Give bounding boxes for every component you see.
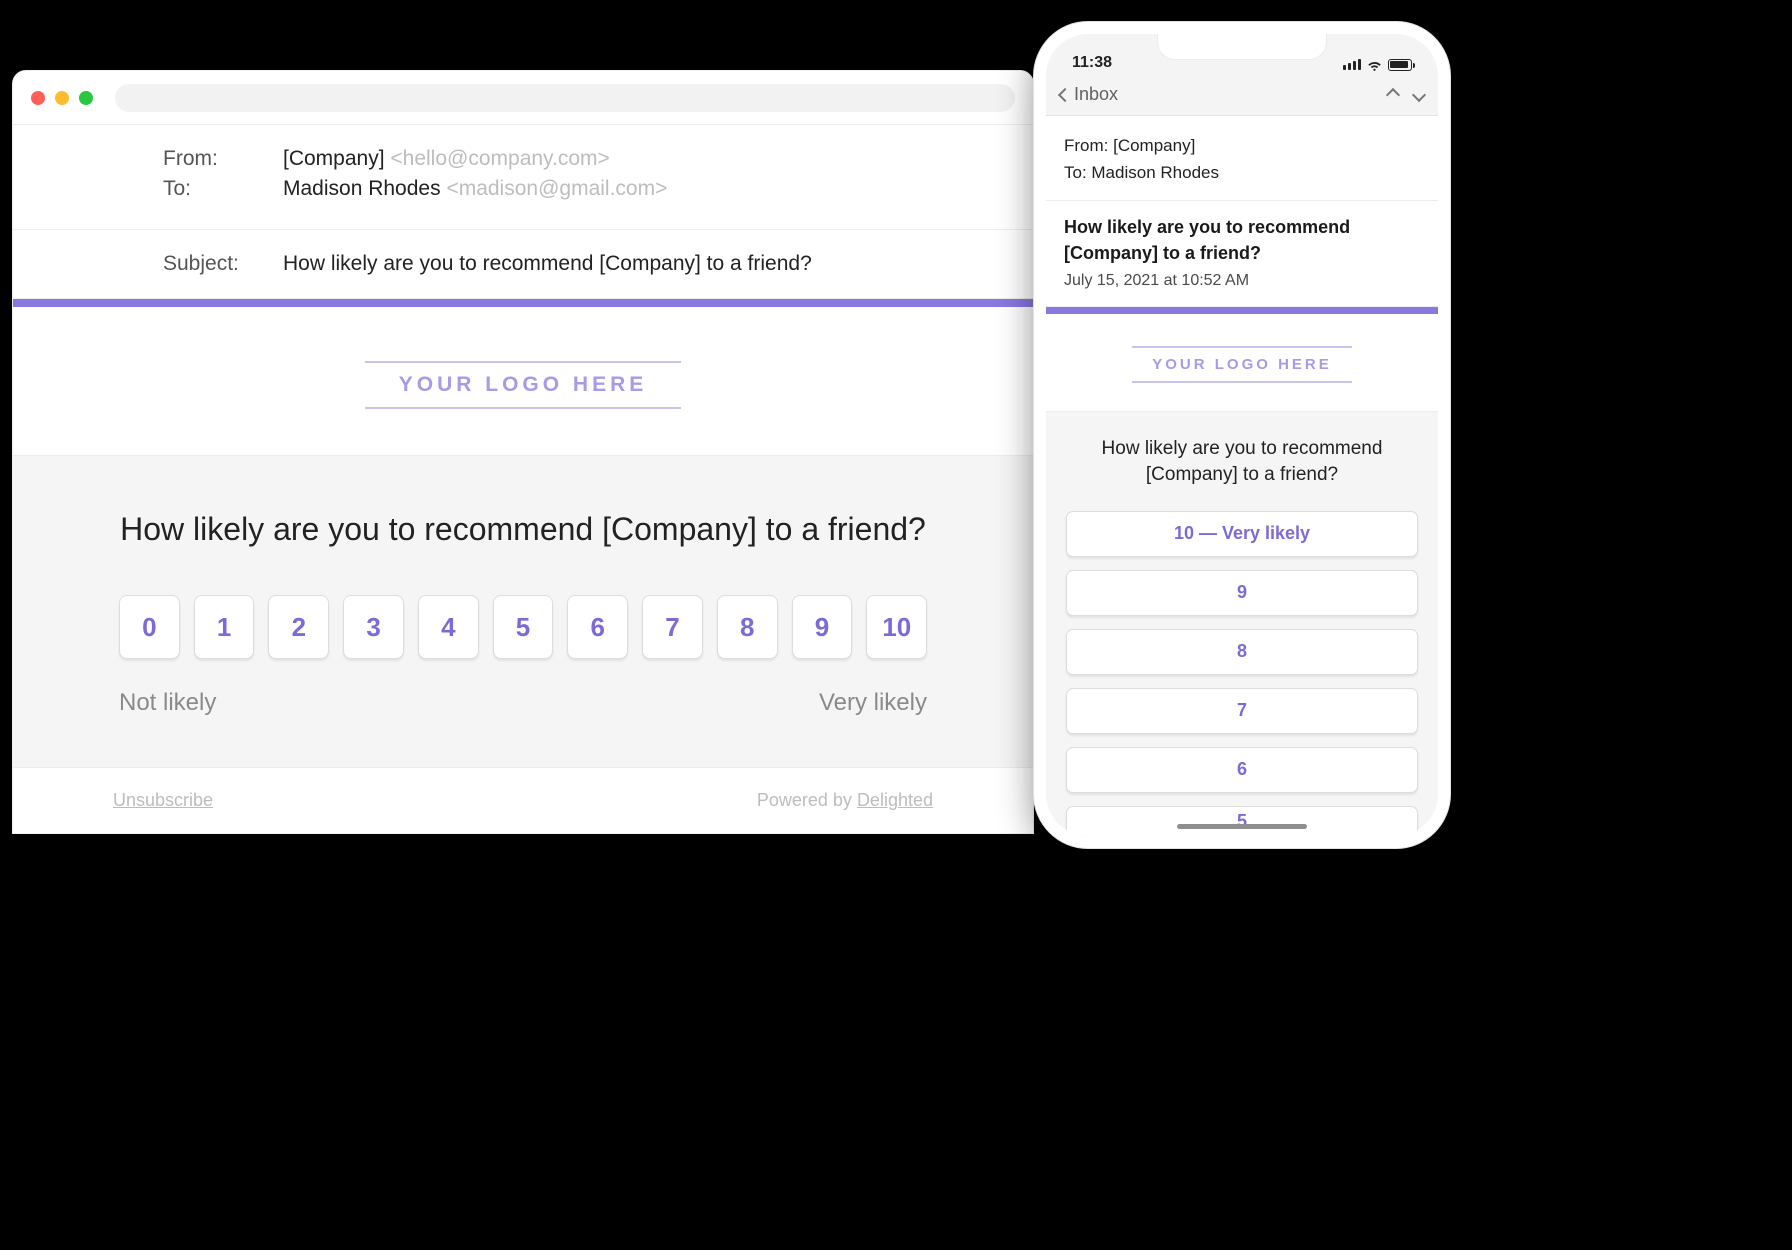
phone-nps-5-button[interactable]: 5 [1066,806,1418,836]
nps-0-button[interactable]: 0 [119,595,180,659]
to-name: Madison Rhodes [283,177,441,200]
powered-prefix: Powered by [757,790,857,810]
status-time: 11:38 [1072,54,1112,72]
back-label: Inbox [1074,84,1118,105]
phone-nps-8-button[interactable]: 8 [1066,629,1418,675]
logo-placeholder: YOUR LOGO HERE [365,361,682,409]
from-name: [Company] [283,147,385,170]
phone-accent-bar [1046,307,1438,314]
nps-8-button[interactable]: 8 [717,595,778,659]
nps-4-button[interactable]: 4 [418,595,479,659]
window-close-icon[interactable] [31,91,45,105]
from-label: From: [163,147,283,171]
survey-question: How likely are you to recommend [Company… [119,508,927,551]
nps-2-button[interactable]: 2 [268,595,329,659]
powered-by: Powered by Delighted [757,790,933,811]
mail-nav-bar: Inbox [1046,74,1438,116]
phone-from-line: From: [Company] [1064,132,1420,159]
window-maximize-icon[interactable] [79,91,93,105]
nps-scale: 0 1 2 3 4 5 6 7 8 9 10 [119,595,927,659]
nps-6-button[interactable]: 6 [567,595,628,659]
accent-bar [13,299,1033,307]
phone-subject-block: How likely are you to recommend [Company… [1046,201,1438,306]
browser-chrome [13,71,1033,125]
desktop-browser-window: From: [Company] <hello@company.com> To: … [12,70,1034,834]
logo-area: YOUR LOGO HERE [13,307,1033,456]
from-value: [Company] <hello@company.com> [283,147,610,171]
nps-7-button[interactable]: 7 [642,595,703,659]
subject-value: How likely are you to recommend [Company… [283,252,812,276]
email-footer: Unsubscribe Powered by Delighted [13,767,1033,833]
phone-nps-options: 10 — Very likely 9 8 7 6 5 [1066,511,1418,836]
phone-notch [1157,34,1327,60]
phone-to-line: To: Madison Rhodes [1064,159,1420,186]
phone-survey-area: How likely are you to recommend [Company… [1046,412,1438,836]
from-email: <hello@company.com> [390,147,609,170]
subject-label: Subject: [163,252,283,276]
nps-5-button[interactable]: 5 [493,595,554,659]
phone-screen: 11:38 Inbox From: [Company] To: Madison … [1046,34,1438,836]
scale-label-high: Very likely [819,689,927,717]
nps-1-button[interactable]: 1 [194,595,255,659]
to-email: <madison@gmail.com> [446,177,667,200]
phone-message-header: From: [Company] To: Madison Rhodes [1046,116,1438,201]
battery-icon [1388,59,1412,71]
subject-row: Subject: How likely are you to recommend… [13,230,1033,299]
phone-survey-question: How likely are you to recommend [Company… [1066,436,1418,489]
prev-message-button[interactable] [1386,87,1400,101]
phone-logo-placeholder: YOUR LOGO HERE [1132,346,1352,383]
to-label: To: [163,177,283,201]
nps-9-button[interactable]: 9 [792,595,853,659]
home-indicator[interactable] [1177,824,1307,829]
next-message-button[interactable] [1412,87,1426,101]
phone-date: July 15, 2021 at 10:52 AM [1064,272,1420,290]
phone-subject: How likely are you to recommend [Company… [1064,215,1420,265]
chevron-left-icon [1058,87,1072,101]
phone-logo-area: YOUR LOGO HERE [1046,314,1438,412]
nps-10-button[interactable]: 10 [866,595,927,659]
window-traffic-lights [31,91,93,105]
back-to-inbox-button[interactable]: Inbox [1060,84,1118,105]
wifi-icon [1367,57,1382,72]
email-header: From: [Company] <hello@company.com> To: … [13,125,1033,230]
phone-nps-9-button[interactable]: 9 [1066,570,1418,616]
cellular-signal-icon [1343,59,1361,70]
scale-labels: Not likely Very likely [119,689,927,717]
phone-nps-7-button[interactable]: 7 [1066,688,1418,734]
window-minimize-icon[interactable] [55,91,69,105]
to-value: Madison Rhodes <madison@gmail.com> [283,177,667,201]
survey-area: How likely are you to recommend [Company… [13,456,1033,767]
nps-3-button[interactable]: 3 [343,595,404,659]
url-bar[interactable] [115,84,1015,112]
powered-brand-link[interactable]: Delighted [857,790,933,810]
phone-mockup: 11:38 Inbox From: [Company] To: Madison … [1034,22,1450,848]
unsubscribe-link[interactable]: Unsubscribe [113,790,213,811]
phone-nps-6-button[interactable]: 6 [1066,747,1418,793]
phone-nps-10-button[interactable]: 10 — Very likely [1066,511,1418,557]
scale-label-low: Not likely [119,689,216,717]
